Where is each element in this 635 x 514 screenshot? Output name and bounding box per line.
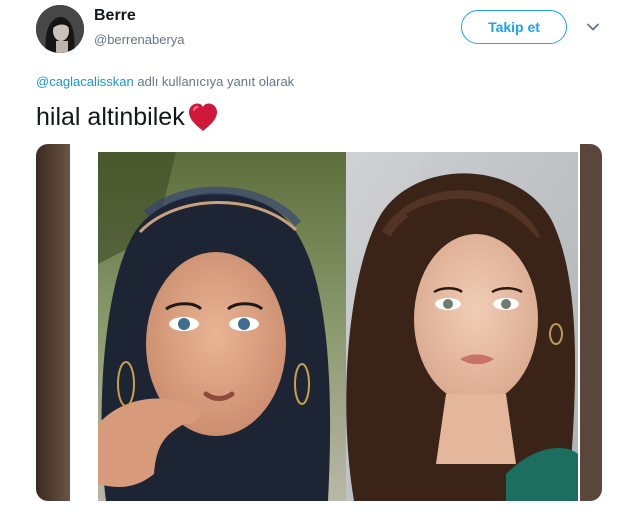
author-handle[interactable]: @berrenaberya <box>94 32 185 47</box>
heart-icon <box>186 101 220 133</box>
tweet-text: hilal altinbilek <box>36 101 220 133</box>
follow-button[interactable]: Takip et <box>461 10 567 44</box>
tweet-text-content: hilal altinbilek <box>36 102 185 131</box>
author-name[interactable]: Berre <box>94 7 136 25</box>
reply-context: @caglacalisskan adlı kullanıcıya yanıt o… <box>36 74 294 89</box>
reply-suffix-text: adlı kullanıcıya yanıt olarak <box>133 74 295 89</box>
tweet-media-photo[interactable] <box>36 144 602 501</box>
chevron-down-icon[interactable] <box>586 20 600 34</box>
author-avatar[interactable] <box>36 5 84 53</box>
reply-mention-link[interactable]: @caglacalisskan <box>36 74 134 89</box>
